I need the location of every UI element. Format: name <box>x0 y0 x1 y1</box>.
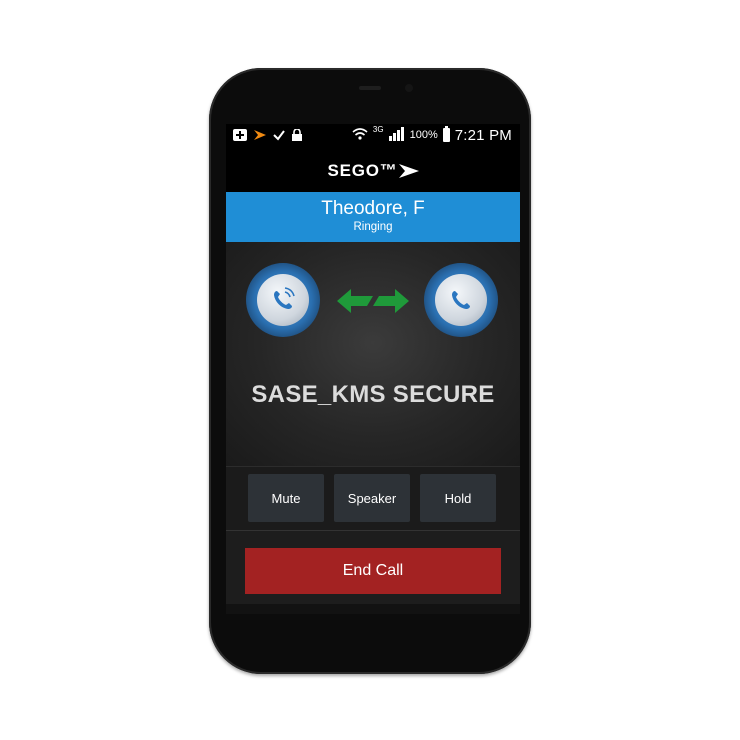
end-call-area: End Call <box>226 531 520 604</box>
contact-name: Theodore, F <box>321 198 425 219</box>
network-type-label: 3G <box>372 125 384 134</box>
speaker-button[interactable]: Speaker <box>334 474 410 522</box>
call-controls: Mute Speaker Hold <box>226 466 520 531</box>
caller-phone-badge <box>246 263 320 337</box>
callee-phone-badge <box>424 263 498 337</box>
battery-icon <box>442 126 450 142</box>
battery-percent: 100% <box>409 128 438 141</box>
signal-icon <box>388 127 405 143</box>
front-camera <box>405 84 413 92</box>
call-status: Ringing <box>353 221 393 233</box>
sego-logo: SEGO™ <box>327 161 419 181</box>
contact-banner: Theodore, F Ringing <box>226 192 520 242</box>
call-area: SASE_KMS SECURE <box>226 242 520 466</box>
earpiece-speaker <box>359 86 381 90</box>
phone-icon <box>452 291 470 309</box>
checkmark-icon <box>273 129 285 143</box>
status-bar: 3G 100% 7:21 PM <box>226 124 520 150</box>
phone-ringing-icon <box>274 287 295 309</box>
hold-button[interactable]: Hold <box>420 474 496 522</box>
end-call-button[interactable]: End Call <box>245 548 501 594</box>
logo-text: SEGO™ <box>327 161 398 180</box>
security-status-label: SASE_KMS SECURE <box>251 381 495 408</box>
orange-arrow-icon <box>254 129 266 143</box>
app-header: SEGO™ <box>226 150 520 192</box>
cross-notification-icon <box>233 129 247 143</box>
lock-icon <box>292 128 302 143</box>
mute-button[interactable]: Mute <box>248 474 324 522</box>
logo-arrow-icon <box>398 164 419 178</box>
bidirectional-arrow-icon <box>337 289 409 313</box>
wifi-icon <box>352 127 368 143</box>
clock: 7:21 PM <box>454 126 512 144</box>
phone-screen: 3G 100% 7:21 PM SEGO™ Theodore, F Ringin… <box>226 124 520 614</box>
